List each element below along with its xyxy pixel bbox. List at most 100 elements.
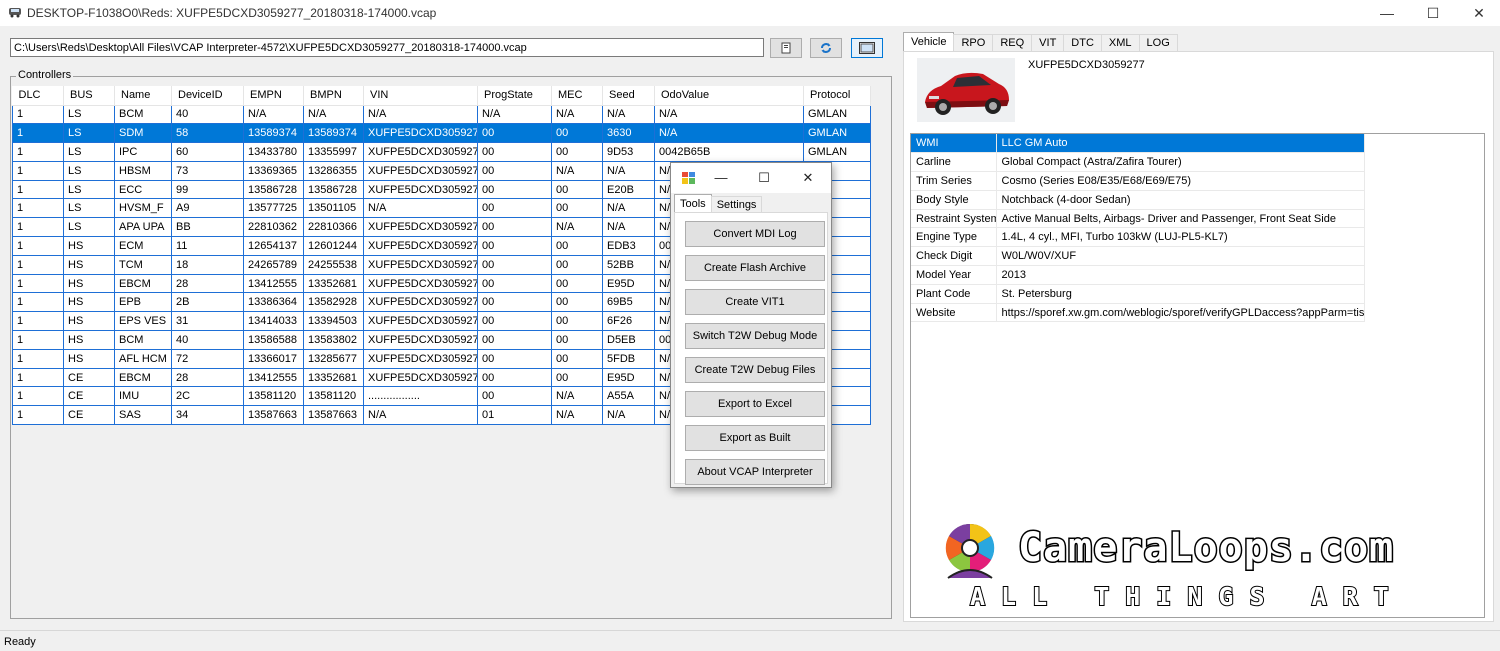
column-header[interactable]: MEC	[551, 86, 603, 106]
table-cell[interactable]: 00	[477, 367, 552, 388]
table-cell[interactable]: 13433780	[243, 142, 304, 162]
table-cell[interactable]: EBCM	[114, 367, 172, 388]
tools-minimize-button[interactable]: —	[711, 169, 731, 187]
table-cell[interactable]: N/A	[551, 405, 603, 426]
table-cell[interactable]: IPC	[114, 142, 172, 162]
table-cell[interactable]: HS	[63, 254, 115, 275]
table-cell[interactable]: 5FDB	[602, 348, 655, 369]
table-cell[interactable]: 00	[477, 273, 552, 294]
maximize-button[interactable]: ☐	[1410, 0, 1456, 26]
table-cell[interactable]: 00	[551, 367, 603, 388]
table-cell[interactable]: 00	[551, 273, 603, 294]
table-cell[interactable]: 1	[12, 217, 64, 238]
column-header[interactable]: BUS	[63, 86, 115, 106]
info-row[interactable]: Engine Type 1.4L, 4 cyl., MFI, Turbo 103k…	[911, 227, 1365, 248]
table-cell[interactable]: HS	[63, 348, 115, 369]
table-cell[interactable]: 1	[12, 179, 64, 200]
table-cell[interactable]: 1	[12, 367, 64, 388]
table-cell[interactable]: 1	[12, 292, 64, 313]
table-row[interactable]: 1 LS BCM 40 N/A N/A N/A N/A N/A N/A N/A GMLAN	[12, 104, 871, 125]
tool-button-switch-t2w-debug-mode[interactable]: Switch T2W Debug Mode	[685, 323, 825, 349]
table-row[interactable]: 1 LS SDM 58 13589374 13589374 XUFPE5DCXD305927…	[12, 123, 871, 144]
table-cell[interactable]: 2B	[171, 292, 244, 313]
table-cell[interactable]: N/A	[551, 386, 603, 407]
info-row[interactable]: Model Year 2013	[911, 265, 1365, 285]
table-cell[interactable]: EBCM	[114, 273, 172, 294]
column-header[interactable]: ProgState	[477, 86, 552, 106]
tab-vehicle[interactable]: Vehicle	[903, 32, 955, 52]
column-header[interactable]: EMPN	[243, 86, 304, 106]
table-cell[interactable]: 3630	[602, 123, 655, 144]
close-button[interactable]: ✕	[1456, 0, 1500, 26]
table-cell[interactable]: N/A	[363, 198, 478, 219]
table-cell[interactable]: 13355997	[303, 142, 364, 162]
table-cell[interactable]: 13587663	[243, 405, 304, 426]
table-cell[interactable]: 00	[551, 311, 603, 332]
column-header[interactable]: Name	[114, 86, 172, 106]
table-cell[interactable]: 22810366	[303, 217, 364, 238]
table-cell[interactable]: CE	[63, 367, 115, 388]
table-cell[interactable]: IMU	[114, 386, 172, 407]
table-cell[interactable]: 13286355	[303, 160, 364, 181]
table-cell[interactable]: EPS VES	[114, 311, 172, 332]
table-cell[interactable]: XUFPE5DCXD3059277	[363, 142, 478, 162]
table-cell[interactable]: 13586728	[243, 179, 304, 200]
table-cell[interactable]: XUFPE5DCXD3059277	[363, 123, 478, 144]
table-cell[interactable]: GMLAN	[803, 142, 871, 162]
table-cell[interactable]: 40	[171, 104, 244, 125]
table-cell[interactable]: 01	[477, 405, 552, 426]
table-cell[interactable]: 72	[171, 348, 244, 369]
table-cell[interactable]: XUFPE5DCXD3059277	[363, 330, 478, 350]
table-cell[interactable]: E95D	[602, 273, 655, 294]
table-cell[interactable]: N/A	[551, 104, 603, 125]
table-cell[interactable]: 13285677	[303, 348, 364, 369]
table-cell[interactable]: 00	[477, 330, 552, 350]
table-cell[interactable]: 1	[12, 160, 64, 181]
table-cell[interactable]: XUFPE5DCXD3059277	[363, 179, 478, 200]
table-cell[interactable]: LS	[63, 217, 115, 238]
table-cell[interactable]: XUFPE5DCXD3059277	[363, 217, 478, 238]
table-cell[interactable]: LS	[63, 179, 115, 200]
table-cell[interactable]: 1	[12, 348, 64, 369]
tool-button-create-flash-archive[interactable]: Create Flash Archive	[685, 255, 825, 281]
table-cell[interactable]: N/A	[303, 104, 364, 125]
table-cell[interactable]: XUFPE5DCXD3059277	[363, 254, 478, 275]
table-cell[interactable]: 00	[477, 311, 552, 332]
table-cell[interactable]: 13369365	[243, 160, 304, 181]
table-cell[interactable]: XUFPE5DCXD3059277	[363, 160, 478, 181]
table-cell[interactable]: 11	[171, 236, 244, 256]
file-path-input[interactable]	[10, 38, 764, 57]
column-header[interactable]: DLC	[12, 86, 64, 106]
table-cell[interactable]: GMLAN	[803, 123, 871, 144]
table-cell[interactable]: LS	[63, 160, 115, 181]
table-cell[interactable]: 52BB	[602, 254, 655, 275]
table-cell[interactable]: XUFPE5DCXD3059277	[363, 348, 478, 369]
table-cell[interactable]: XUFPE5DCXD3059277	[363, 311, 478, 332]
table-cell[interactable]: N/A	[654, 123, 804, 144]
table-cell[interactable]: 1	[12, 386, 64, 407]
table-cell[interactable]: SDM	[114, 123, 172, 144]
tab-settings[interactable]: Settings	[710, 196, 763, 213]
info-row[interactable]: Trim Series Cosmo (Series E08/E35/E68/E69…	[911, 171, 1365, 191]
table-cell[interactable]: ECM	[114, 236, 172, 256]
open-file-button[interactable]	[770, 38, 802, 58]
refresh-button[interactable]	[810, 38, 842, 58]
table-cell[interactable]: 22810362	[243, 217, 304, 238]
table-cell[interactable]: 28	[171, 273, 244, 294]
minimize-button[interactable]: —	[1364, 0, 1410, 26]
table-cell[interactable]: N/A	[551, 160, 603, 181]
table-cell[interactable]: 2C	[171, 386, 244, 407]
table-cell[interactable]: 00	[477, 386, 552, 407]
tool-button-about-vcap-interpreter[interactable]: About VCAP Interpreter	[685, 459, 825, 485]
table-cell[interactable]: 00	[477, 160, 552, 181]
table-cell[interactable]: BB	[171, 217, 244, 238]
table-cell[interactable]: 00	[477, 142, 552, 162]
table-cell[interactable]: 13582928	[303, 292, 364, 313]
table-cell[interactable]: 13589374	[243, 123, 304, 144]
table-cell[interactable]: EDB3	[602, 236, 655, 256]
table-cell[interactable]: 0042B65B	[654, 142, 804, 162]
info-row[interactable]: Website https://sporef.xw.gm.com/weblogic…	[911, 303, 1365, 323]
table-cell[interactable]: HS	[63, 311, 115, 332]
table-cell[interactable]: SAS	[114, 405, 172, 426]
table-cell[interactable]: 1	[12, 273, 64, 294]
